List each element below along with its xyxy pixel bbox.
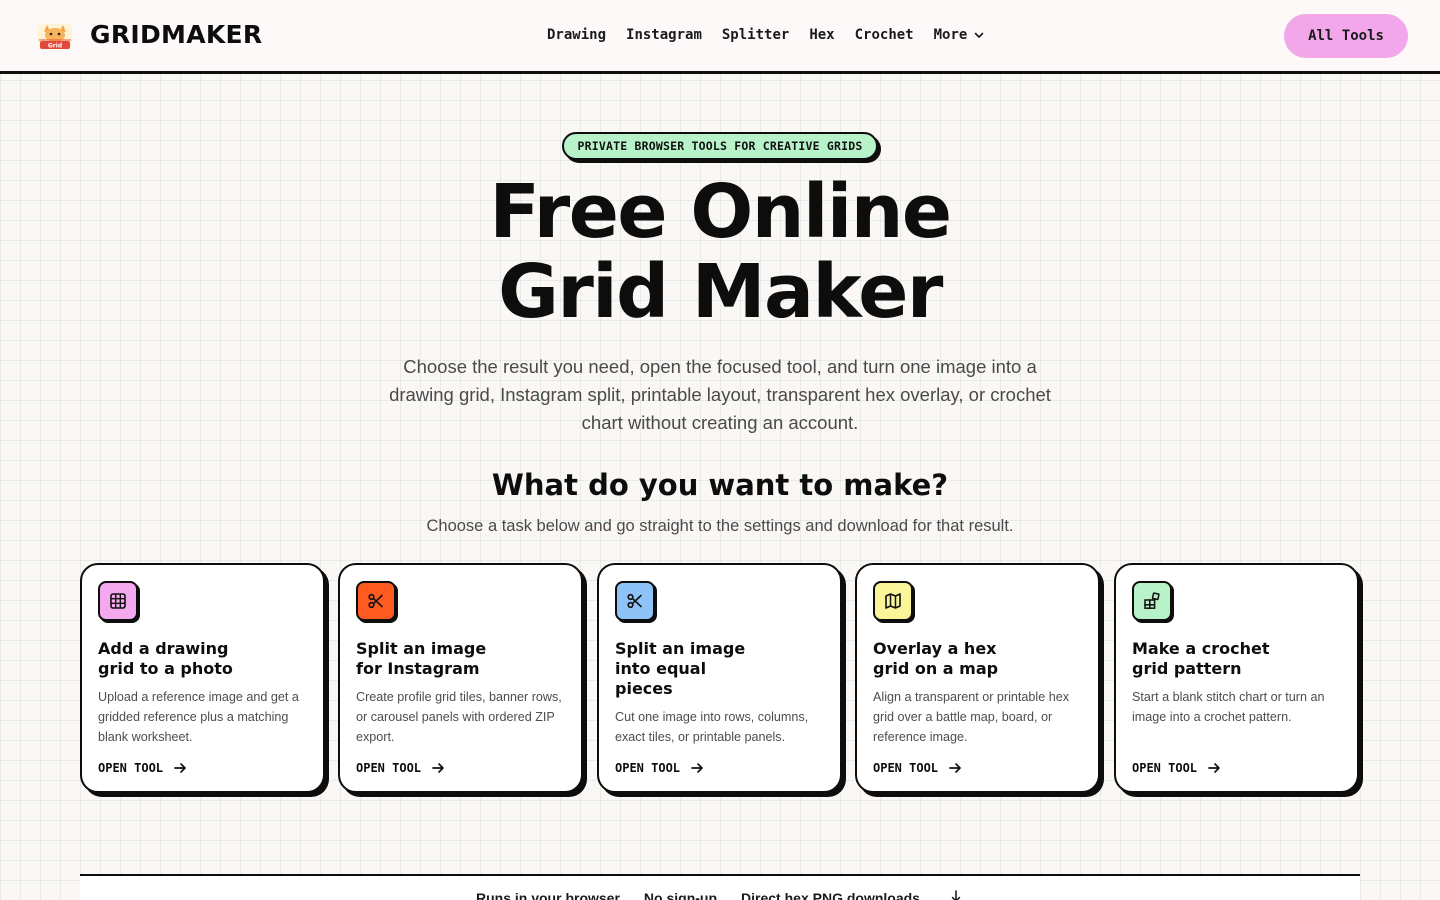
tool-card-hex-overlay[interactable]: Overlay a hex grid on a map Align a tran… xyxy=(855,563,1100,793)
tool-card-crochet-pattern[interactable]: Make a crochet grid pattern Start a blan… xyxy=(1114,563,1359,793)
feature-item: No sign-up xyxy=(643,890,718,900)
main-nav: Drawing Instagram Splitter Hex Crochet M… xyxy=(547,27,985,43)
card-description: Cut one image into rows, columns, exact … xyxy=(615,710,809,744)
open-tool-label: OPEN TOOL xyxy=(1132,761,1198,775)
nav-more-label: More xyxy=(933,27,968,43)
open-tool-link[interactable]: OPEN TOOL xyxy=(615,761,704,775)
page-title: Free Online Grid Maker xyxy=(0,172,1440,332)
open-tool-label: OPEN TOOL xyxy=(873,761,939,775)
arrow-right-icon xyxy=(949,763,961,773)
arrow-right-icon xyxy=(432,763,444,773)
open-tool-link[interactable]: OPEN TOOL xyxy=(356,761,445,775)
nav-item-splitter[interactable]: Splitter xyxy=(722,27,789,43)
gridmaker-cat-logo-icon[interactable]: Grid xyxy=(36,20,74,52)
scissors-icon xyxy=(615,581,655,621)
all-tools-button[interactable]: All Tools xyxy=(1284,14,1408,58)
nav-item-instagram[interactable]: Instagram xyxy=(626,27,702,43)
nav-item-more[interactable]: More xyxy=(934,27,986,43)
features-list: Runs in your browser No sign-up Direct h… xyxy=(476,890,962,900)
page-title-line-1: Free Online xyxy=(489,169,952,255)
scissors-icon xyxy=(356,581,396,621)
hero-description: Choose the result you need, open the foc… xyxy=(389,356,1051,433)
blocks-icon xyxy=(1132,581,1172,621)
card-title: Add a drawing grid to a photo xyxy=(98,639,233,678)
open-tool-label: OPEN TOOL xyxy=(98,761,164,775)
tool-card-image-splitter[interactable]: Split an image into equal pieces Cut one… xyxy=(597,563,842,793)
chevron-down-icon xyxy=(975,32,984,38)
tool-card-instagram-split[interactable]: Split an image for Instagram Create prof… xyxy=(338,563,583,793)
tool-cards: Add a drawing grid to a photo Upload a r… xyxy=(80,563,1365,799)
open-tool-link[interactable]: OPEN TOOL xyxy=(98,761,187,775)
card-title: Split an image for Instagram xyxy=(356,639,487,678)
map-icon xyxy=(873,581,913,621)
arrow-right-icon xyxy=(1208,763,1220,773)
open-tool-label: OPEN TOOL xyxy=(356,761,422,775)
brand-name[interactable]: GRIDMAKER xyxy=(90,20,262,49)
feature-item-label: Direct hex PNG downloads xyxy=(741,890,920,900)
features-bar: Runs in your browser No sign-up Direct h… xyxy=(80,874,1360,900)
arrow-down-icon[interactable] xyxy=(950,890,962,900)
card-description: Upload a reference image and get a gridd… xyxy=(98,690,299,744)
card-title: Overlay a hex grid on a map xyxy=(873,639,999,678)
open-tool-label: OPEN TOOL xyxy=(615,761,681,775)
nav-item-hex[interactable]: Hex xyxy=(809,27,834,43)
site-header: Grid GRIDMAKER Drawing Instagram Splitte… xyxy=(0,0,1440,74)
arrow-right-icon xyxy=(691,763,703,773)
page-title-line-2: Grid Maker xyxy=(498,249,943,335)
grid-icon xyxy=(98,581,138,621)
card-description: Create profile grid tiles, banner rows, … xyxy=(356,690,562,744)
nav-item-crochet[interactable]: Crochet xyxy=(855,27,914,43)
open-tool-link[interactable]: OPEN TOOL xyxy=(873,761,962,775)
arrow-right-icon xyxy=(174,763,186,773)
feature-item: Runs in your browser xyxy=(476,890,620,900)
tool-card-drawing-grid[interactable]: Add a drawing grid to a photo Upload a r… xyxy=(80,563,325,793)
hero-badge: PRIVATE BROWSER TOOLS FOR CREATIVE GRIDS xyxy=(562,132,878,160)
svg-text:Grid: Grid xyxy=(48,43,62,50)
card-description: Start a blank stitch chart or turn an im… xyxy=(1132,690,1325,724)
open-tool-link[interactable]: OPEN TOOL xyxy=(1132,761,1221,775)
card-title: Make a crochet grid pattern xyxy=(1132,639,1270,678)
section-title: What do you want to make? xyxy=(491,468,949,502)
nav-item-drawing[interactable]: Drawing xyxy=(547,27,606,43)
section-subtitle: Choose a task below and go straight to t… xyxy=(426,517,1014,535)
card-title: Split an image into equal pieces xyxy=(615,639,746,698)
card-description: Align a transparent or printable hex gri… xyxy=(873,690,1070,744)
feature-item: Direct hex PNG downloads xyxy=(741,890,920,900)
